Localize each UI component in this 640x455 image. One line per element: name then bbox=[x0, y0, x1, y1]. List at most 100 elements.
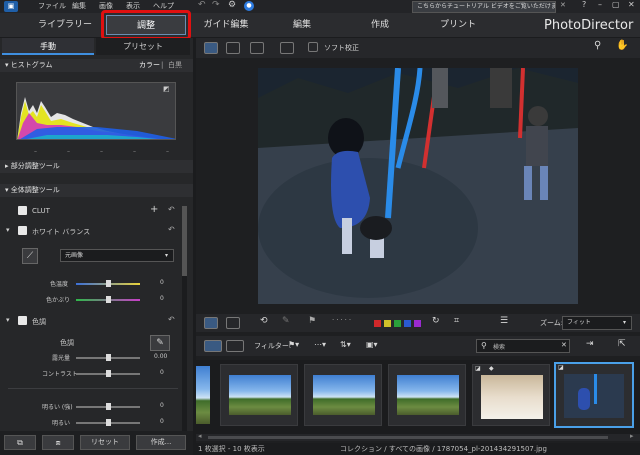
temperature-slider[interactable] bbox=[76, 280, 140, 287]
label-green[interactable] bbox=[394, 320, 401, 327]
slider-knob[interactable] bbox=[106, 354, 111, 361]
filter-flag-icon[interactable]: ⚑▾ bbox=[288, 340, 299, 349]
collapse-icon: ▾ bbox=[5, 61, 9, 69]
slider-knob[interactable] bbox=[106, 296, 111, 303]
undo-icon[interactable]: ↶ bbox=[198, 0, 206, 10]
tutorial-banner[interactable]: こちらからチュートリアル ビデオをご覧いただけます。 bbox=[412, 1, 556, 13]
histogram-color-option[interactable]: カラー bbox=[139, 59, 160, 72]
thumbnail-frame-selected[interactable]: ◪ bbox=[554, 362, 634, 428]
menu-icon[interactable]: ☰ bbox=[500, 316, 508, 326]
label-purple[interactable] bbox=[414, 320, 421, 327]
image-view-icon[interactable] bbox=[226, 42, 240, 54]
tab-preset[interactable]: プリセット bbox=[96, 38, 190, 55]
global-tools-header[interactable]: ▾ 全体調整ツール bbox=[0, 184, 193, 197]
lights-slider[interactable] bbox=[76, 419, 140, 426]
thumbnail-frame[interactable] bbox=[304, 364, 382, 426]
divider: | bbox=[161, 61, 164, 69]
flag-icon[interactable]: ⚑ bbox=[308, 316, 316, 326]
single-mode-icon[interactable] bbox=[204, 317, 218, 329]
single-view-icon[interactable] bbox=[204, 42, 218, 54]
compare-icon[interactable]: ⧉ bbox=[4, 435, 36, 450]
close-banner-icon[interactable]: ✕ bbox=[560, 1, 566, 9]
thumbnail-frame[interactable]: ◪ ◆ bbox=[472, 364, 550, 426]
soft-proof-checkbox[interactable] bbox=[308, 42, 318, 52]
export-icon[interactable]: ⇱ bbox=[618, 339, 626, 349]
histogram-bw-option[interactable]: 白黒 bbox=[168, 59, 182, 72]
contrast-slider[interactable] bbox=[76, 370, 140, 377]
photo-preview[interactable] bbox=[258, 68, 578, 304]
reset-icon[interactable]: ↶ bbox=[168, 205, 175, 214]
refresh-icon[interactable]: ↻ bbox=[432, 316, 440, 326]
maximize-icon[interactable]: ▢ bbox=[612, 0, 620, 9]
copy-settings-icon[interactable]: ⧈ bbox=[42, 435, 74, 450]
tab-manual[interactable]: 手動 bbox=[2, 38, 94, 55]
slider-knob[interactable] bbox=[106, 280, 111, 287]
exposure-slider[interactable] bbox=[76, 354, 140, 361]
histogram-clipping-icon[interactable]: ◩ bbox=[163, 85, 170, 93]
search-input[interactable]: ⚲ 検索 ✕ bbox=[476, 339, 570, 353]
crop-icon[interactable]: ⌗ bbox=[454, 316, 459, 326]
sort-icon[interactable]: ⇅▾ bbox=[340, 340, 351, 349]
list-view-icon[interactable] bbox=[226, 340, 244, 352]
rotate-icon[interactable]: ⟲ bbox=[260, 316, 268, 326]
create-preset-button[interactable]: 作成... bbox=[136, 435, 186, 450]
histogram-header[interactable]: ▾ ヒストグラム カラー | 白黒 bbox=[0, 59, 193, 72]
rating-dots[interactable]: ····· bbox=[332, 316, 353, 324]
label-red[interactable] bbox=[374, 320, 381, 327]
tab-library[interactable]: ライブラリー bbox=[30, 13, 100, 37]
tint-slider[interactable] bbox=[76, 296, 140, 303]
add-icon[interactable]: + bbox=[150, 204, 158, 215]
thumbnail-frame[interactable] bbox=[220, 364, 298, 426]
clear-search-icon[interactable]: ✕ bbox=[561, 341, 567, 349]
menu-file[interactable]: ファイル bbox=[38, 1, 66, 11]
scroll-right-icon[interactable]: ▸ bbox=[630, 432, 634, 440]
thumbnail-frame[interactable] bbox=[388, 364, 466, 426]
help-icon[interactable]: ? bbox=[582, 0, 586, 9]
wb-mode-select[interactable]: 元画像 ▾ bbox=[60, 249, 174, 262]
scrollbar-thumb[interactable] bbox=[182, 206, 187, 276]
update-icon[interactable]: ● bbox=[244, 1, 254, 11]
scrollbar[interactable] bbox=[182, 206, 187, 436]
zoom-icon[interactable]: ⚲ bbox=[594, 40, 601, 51]
slider-knob[interactable] bbox=[106, 419, 111, 426]
import-icon[interactable]: ⇥ bbox=[586, 339, 594, 349]
scroll-left-icon[interactable]: ◂ bbox=[198, 432, 202, 440]
brush-icon[interactable]: ✎ bbox=[282, 316, 290, 326]
wb-checkbox[interactable] bbox=[18, 226, 27, 235]
filmstrip-scrollbar[interactable]: ◂ ▸ bbox=[196, 432, 640, 441]
reset-button[interactable]: リセット bbox=[80, 435, 130, 450]
tab-guided-edit[interactable]: ガイド編集 bbox=[196, 13, 256, 37]
minimize-icon[interactable]: – bbox=[598, 0, 602, 9]
reset-icon[interactable]: ↶ bbox=[168, 315, 175, 324]
label-yellow[interactable] bbox=[384, 320, 391, 327]
slider-knob[interactable] bbox=[106, 403, 111, 410]
reset-icon[interactable]: ↶ bbox=[168, 225, 175, 234]
settings-icon[interactable]: ⚙ bbox=[228, 0, 236, 10]
slider-knob[interactable] bbox=[106, 370, 111, 377]
label-blue[interactable] bbox=[404, 320, 411, 327]
redo-icon[interactable]: ↷ bbox=[212, 0, 220, 10]
tone-picker-icon[interactable]: ✎ bbox=[150, 335, 170, 351]
scrollbar-thumb[interactable] bbox=[208, 436, 608, 439]
tab-edit[interactable]: 編集 bbox=[272, 13, 332, 37]
clut-checkbox[interactable] bbox=[18, 206, 27, 215]
highlights-slider[interactable] bbox=[76, 403, 140, 410]
menu-edit[interactable]: 編集 bbox=[72, 1, 86, 11]
dual-mode-icon[interactable] bbox=[226, 317, 240, 329]
tone-checkbox[interactable] bbox=[18, 316, 27, 325]
close-window-icon[interactable]: ✕ bbox=[628, 0, 635, 9]
tab-create[interactable]: 作成 bbox=[350, 13, 410, 37]
hand-icon[interactable]: ✋ bbox=[616, 40, 628, 51]
compare-view-icon[interactable] bbox=[280, 42, 294, 54]
grid-view-icon[interactable] bbox=[250, 42, 264, 54]
filter-rating-icon[interactable]: ⋯▾ bbox=[314, 340, 326, 349]
divider bbox=[8, 388, 178, 389]
regional-tools-header[interactable]: ▸ 部分調整ツール bbox=[0, 160, 193, 173]
filmstrip-view-icon[interactable] bbox=[204, 340, 222, 352]
eyedropper-icon[interactable]: ⟋ bbox=[22, 248, 38, 264]
zoom-select[interactable]: フィット ▾ bbox=[562, 316, 632, 330]
tab-print[interactable]: プリント bbox=[428, 13, 488, 37]
status-bar: 1 枚選択 - 10 枚表示 コレクション / すべての画像 / 1787054… bbox=[196, 443, 640, 455]
display-icon[interactable]: ▣▾ bbox=[366, 340, 378, 349]
thumbnail[interactable] bbox=[196, 366, 210, 424]
